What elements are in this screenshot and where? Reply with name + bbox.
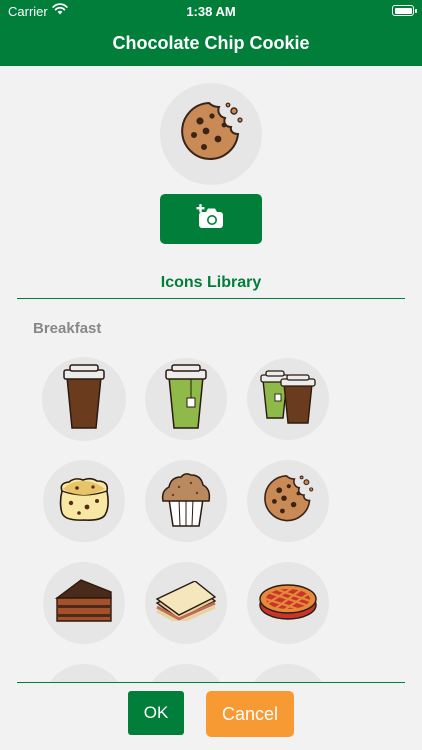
icon-option-sandwich[interactable] (145, 562, 227, 644)
status-time: 1:38 AM (186, 4, 236, 19)
divider (17, 298, 405, 299)
icon-option-partial[interactable] (247, 664, 329, 682)
icons-library-title: Icons Library (160, 274, 262, 291)
pie-icon (258, 581, 318, 626)
add-photo-button[interactable] (160, 194, 262, 244)
icon-option-chocolate-cake[interactable] (43, 562, 125, 644)
tea-and-coffee-cups-icon (260, 369, 316, 429)
muffin-icon (159, 471, 213, 532)
icon-option-pie[interactable] (247, 562, 329, 644)
coffee-cup-icon (59, 363, 109, 435)
cookie-icon (176, 97, 246, 172)
selected-icon-preview (160, 83, 262, 185)
add-photo-camera-icon (196, 203, 226, 235)
icon-option-green-tea-cup[interactable] (145, 358, 227, 440)
icon-picker-content[interactable]: Icons Library Breakfast (0, 66, 422, 682)
sandwich-icon (155, 579, 217, 626)
page-title: Chocolate Chip Cookie (112, 33, 310, 53)
icon-option-coffee-cup[interactable] (43, 358, 125, 440)
navigation-bar: Chocolate Chip Cookie (0, 22, 422, 66)
icon-option-tea-and-coffee[interactable] (247, 358, 329, 440)
chocolate-cake-slice-icon (54, 578, 113, 629)
cookie-icon (260, 471, 316, 532)
ok-button[interactable]: OK (128, 691, 184, 735)
icon-option-muffin[interactable] (145, 460, 227, 542)
scone-icon (57, 477, 111, 526)
action-bar: OK Cancel (0, 683, 422, 750)
icon-option-partial[interactable] (145, 664, 227, 682)
icon-option-cookie[interactable] (247, 460, 329, 542)
icon-option-partial[interactable] (43, 664, 125, 682)
icon-option-scone[interactable] (43, 460, 125, 542)
status-bar: Carrier 1:38 AM (0, 0, 422, 22)
green-tea-cup-icon (163, 363, 209, 435)
cancel-button[interactable]: Cancel (206, 691, 294, 737)
battery-icon (392, 5, 417, 16)
category-label: Breakfast (33, 320, 102, 337)
